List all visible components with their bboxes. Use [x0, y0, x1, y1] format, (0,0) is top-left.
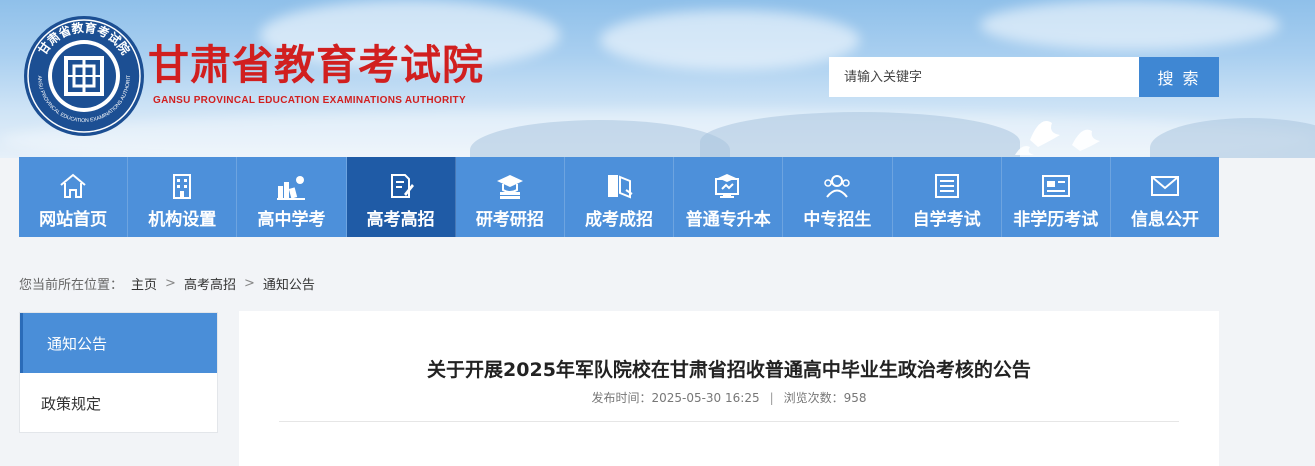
main-nav: 网站首页 机构设置 高中学考 高考高招 研考研招 成考成招 普通专升本 中专招生… — [19, 157, 1220, 237]
nav-item-public-info[interactable]: 信息公开 — [1110, 157, 1220, 237]
article-title: 关于开展2025年军队院校在甘肃省招收普通高中毕业生政治考核的公告 — [427, 359, 1031, 381]
search-button[interactable]: 搜 索 — [1139, 57, 1219, 97]
divider — [279, 421, 1179, 422]
view-count: 浏览次数：958 — [783, 391, 867, 405]
nav-item-adult-exam[interactable]: 成考成招 — [564, 157, 675, 237]
site-header: 甘肃省教育考试院 GANSU PROVINCAL EDUCATION EXAMI… — [0, 0, 1315, 158]
emblem-logo[interactable]: 甘肃省教育考试院 GANSU PROVINCAL EDUCATION EXAMI… — [20, 10, 146, 138]
breadcrumb: 您当前所在位置： 主页 > 高考高招 > 通知公告 — [19, 274, 315, 293]
list-document-icon — [931, 171, 963, 201]
breadcrumb-home-link[interactable]: 主页 — [131, 274, 157, 293]
article-card: 关于开展2025年军队院校在甘肃省招收普通高中毕业生政治考核的公告 发布时间：2… — [239, 311, 1219, 466]
building-icon — [166, 171, 198, 201]
id-card-icon — [1040, 171, 1072, 201]
nav-item-high-school-exam[interactable]: 高中学考 — [237, 157, 347, 237]
cloud-decoration — [600, 10, 860, 70]
cloud-decoration — [980, 0, 1280, 50]
nav-label: 网站首页 — [39, 210, 108, 230]
sidebar-item-policies[interactable]: 政策规定 — [20, 373, 217, 433]
nav-label: 中专招生 — [803, 210, 872, 230]
nav-item-home[interactable]: 网站首页 — [19, 157, 129, 237]
nav-item-college-admission[interactable]: 高考高招 — [346, 157, 456, 237]
site-title[interactable]: 甘肃省教育考试院 — [148, 40, 484, 90]
breadcrumb-separator: > — [243, 276, 255, 291]
graduation-cap-icon — [494, 171, 526, 201]
book-open-icon — [603, 171, 635, 201]
nav-label: 高考高招 — [366, 210, 435, 230]
nav-label: 机构设置 — [148, 210, 217, 230]
nav-label: 普通专升本 — [685, 210, 771, 230]
nav-item-organization[interactable]: 机构设置 — [128, 157, 238, 237]
mail-icon — [1149, 171, 1181, 201]
breadcrumb-college-admission-link[interactable]: 高考高招 — [184, 274, 236, 293]
doves-icon — [1015, 121, 1100, 155]
books-icon — [275, 171, 307, 201]
breadcrumb-prefix: 您当前所在位置： — [19, 278, 124, 293]
pen-document-icon — [385, 171, 417, 201]
nav-item-self-study[interactable]: 自学考试 — [892, 157, 1002, 237]
emblem-seal-icon: 甘肃省教育考试院 GANSU PROVINCAL EDUCATION EXAMI… — [20, 10, 144, 136]
nav-item-vocational[interactable]: 中专招生 — [783, 157, 893, 237]
sidebar-item-notices[interactable]: 通知公告 — [20, 313, 217, 373]
monitor-cap-icon — [712, 171, 744, 201]
site-subtitle: GANSU PROVINCAL EDUCATION EXAMINATIONS A… — [153, 95, 466, 106]
nav-label: 信息公开 — [1130, 210, 1199, 230]
nav-item-upgrade-bachelor[interactable]: 普通专升本 — [674, 157, 784, 237]
home-icon — [57, 171, 89, 201]
breadcrumb-separator: > — [165, 276, 176, 291]
breadcrumb-notices-link[interactable]: 通知公告 — [263, 274, 315, 293]
article-meta: 发布时间：2025-05-30 16:25 | 浏览次数：958 — [239, 389, 1219, 406]
sidebar: 通知公告 政策规定 — [19, 312, 218, 433]
nav-label: 成考成招 — [585, 210, 654, 230]
nav-item-non-degree[interactable]: 非学历考试 — [1001, 157, 1111, 237]
search-input[interactable] — [829, 57, 1139, 97]
nav-label: 研考研招 — [475, 210, 544, 230]
nav-label: 高中学考 — [257, 210, 326, 230]
meta-separator: | — [769, 391, 774, 405]
users-icon — [821, 171, 853, 201]
nav-item-postgraduate[interactable]: 研考研招 — [455, 157, 565, 237]
nav-label: 自学考试 — [912, 210, 981, 230]
publish-time: 发布时间：2025-05-30 16:25 — [591, 391, 760, 405]
nav-label: 非学历考试 — [1013, 210, 1099, 230]
